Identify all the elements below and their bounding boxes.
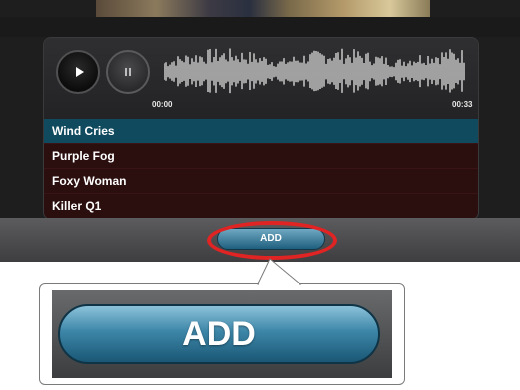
track-title: Purple Fog	[52, 149, 115, 163]
pause-icon	[125, 68, 131, 76]
time-end: 00:33	[452, 100, 473, 109]
track-row-partial[interactable]: Killer Q1	[44, 194, 478, 219]
track-row-foxy-woman[interactable]: Foxy Woman	[44, 169, 478, 194]
play-button[interactable]	[56, 50, 100, 94]
track-title: Foxy Woman	[52, 174, 127, 188]
player-panel: 00:00 00:33 Wind Cries Purple Fog Foxy W…	[43, 37, 479, 220]
pause-button[interactable]	[106, 50, 150, 94]
album-art	[96, 0, 430, 17]
top-band	[0, 17, 520, 37]
track-row-wind-cries[interactable]: Wind Cries	[44, 119, 478, 144]
waveform[interactable]	[164, 46, 466, 102]
track-title: Wind Cries	[52, 124, 115, 138]
highlight-ring	[207, 221, 337, 260]
time-start: 00:00	[152, 100, 173, 109]
add-button-zoomed: ADD	[58, 304, 380, 364]
track-row-purple-fog[interactable]: Purple Fog	[44, 144, 478, 169]
play-icon	[75, 67, 84, 77]
controls-row: 00:00 00:33	[44, 38, 478, 119]
track-list[interactable]: Wind Cries Purple Fog Foxy Woman Killer …	[44, 119, 478, 219]
track-title: Killer Q1	[52, 199, 102, 213]
app-window: 00:00 00:33 Wind Cries Purple Fog Foxy W…	[0, 0, 520, 262]
